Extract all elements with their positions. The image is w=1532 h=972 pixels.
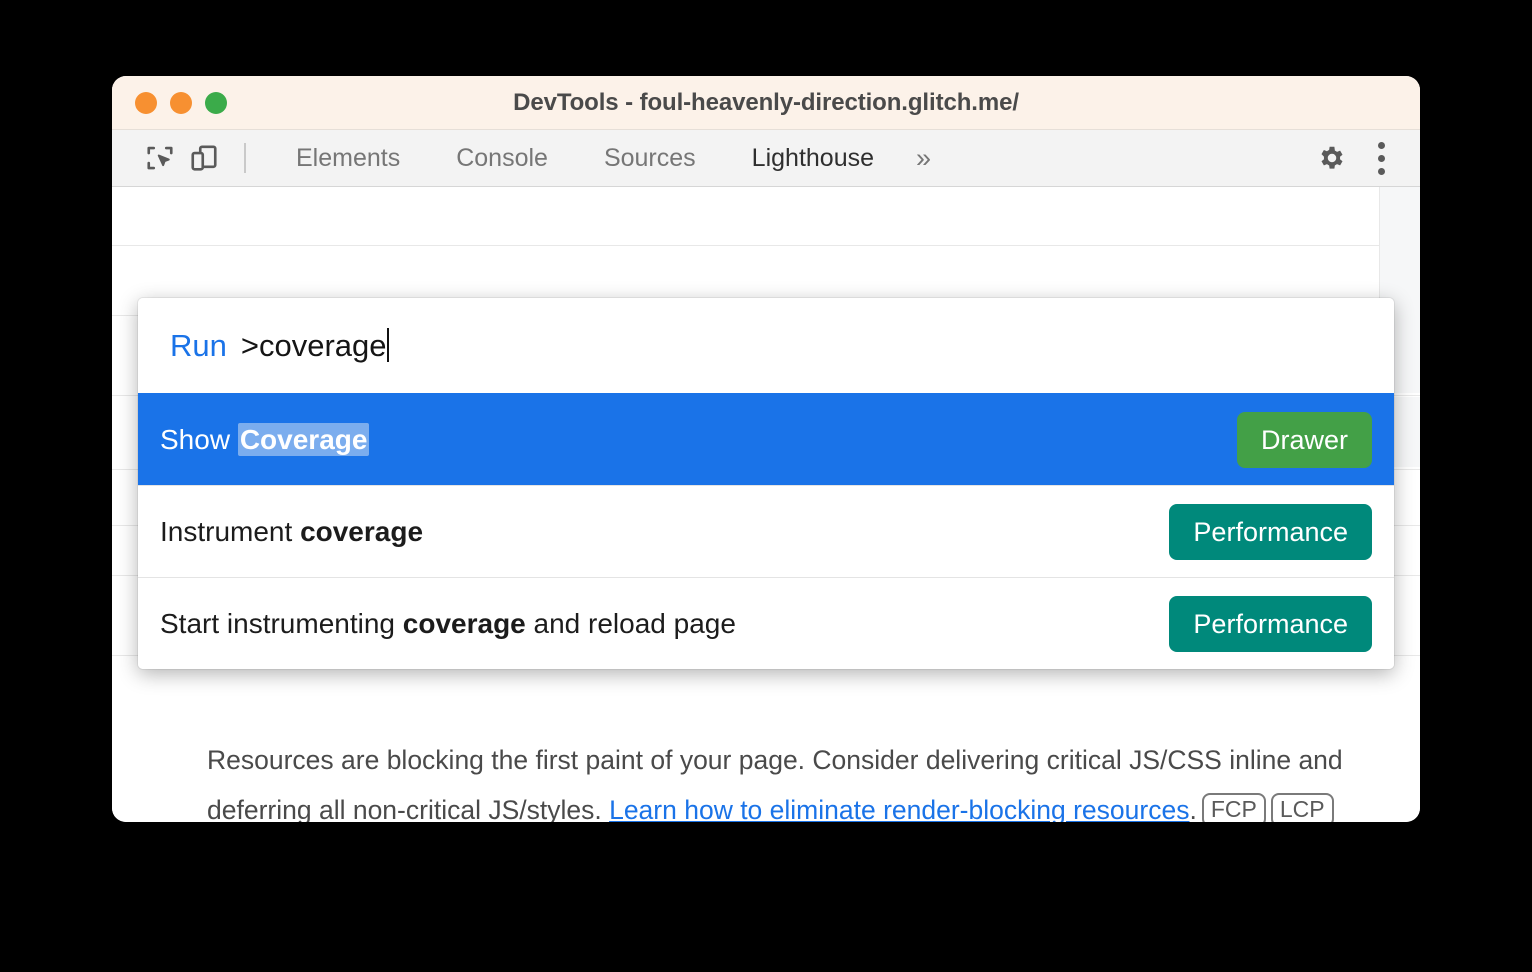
text-caret	[386, 327, 389, 362]
result-prefix: Show	[160, 423, 238, 455]
background-divider	[112, 245, 1420, 246]
inspect-element-icon[interactable]	[138, 138, 182, 178]
command-result-instrument-coverage[interactable]: Instrument coverage Performance	[138, 485, 1394, 577]
result-match: coverage	[402, 607, 526, 639]
result-match: coverage	[300, 515, 424, 547]
result-suffix: and reload page	[525, 607, 736, 639]
result-badge-performance: Performance	[1169, 595, 1372, 652]
command-query-text[interactable]: >coverage	[240, 327, 389, 364]
command-result-start-instrumenting-coverage[interactable]: Start instrumenting coverage and reload …	[138, 577, 1394, 669]
audit-learn-more-link[interactable]: Learn how to eliminate render-blocking r…	[609, 795, 1189, 822]
tab-lighthouse[interactable]: Lighthouse	[724, 144, 902, 173]
command-result-label: Instrument coverage	[160, 516, 423, 548]
device-toolbar-icon[interactable]	[182, 138, 226, 178]
result-match: Coverage	[237, 422, 370, 456]
command-result-label: Show Coverage	[160, 422, 370, 456]
result-prefix: Start instrumenting	[160, 607, 403, 639]
toolbar-right-group	[1310, 136, 1396, 180]
command-result-label: Start instrumenting coverage and reload …	[160, 608, 736, 640]
screenshot-stage: DevTools - foul-heavenly-direction.glitc…	[0, 0, 1532, 972]
command-result-show-coverage[interactable]: Show Coverage Drawer	[138, 393, 1394, 485]
lighthouse-panel: Resources are blocking the first paint o…	[112, 187, 1420, 822]
command-query-value: >coverage	[240, 327, 387, 363]
command-palette-input-row[interactable]: Run >coverage	[138, 298, 1394, 393]
panel-tab-bar: Elements Console Sources Lighthouse »	[268, 144, 945, 173]
metric-chip-fcp: FCP	[1201, 793, 1266, 822]
window-title: DevTools - foul-heavenly-direction.glitc…	[513, 88, 1019, 116]
gear-icon[interactable]	[1310, 136, 1354, 180]
command-mode-label: Run	[170, 327, 227, 363]
toolbar-divider	[244, 143, 246, 173]
audit-description: Resources are blocking the first paint o…	[207, 735, 1367, 822]
result-badge-performance: Performance	[1169, 503, 1372, 560]
devtools-window: DevTools - foul-heavenly-direction.glitc…	[112, 76, 1420, 822]
tab-elements[interactable]: Elements	[268, 144, 428, 173]
result-badge-drawer: Drawer	[1236, 411, 1372, 468]
devtools-toolbar: Elements Console Sources Lighthouse »	[112, 130, 1420, 187]
command-palette-dialog: Run >coverage Show Coverage Drawer Instr…	[138, 298, 1394, 669]
more-tabs-icon[interactable]: »	[902, 144, 945, 172]
audit-text-part-2: .	[1189, 795, 1197, 822]
metric-chip-lcp: LCP	[1270, 793, 1334, 822]
window-titlebar: DevTools - foul-heavenly-direction.glitc…	[112, 76, 1420, 130]
tab-sources[interactable]: Sources	[576, 144, 724, 173]
result-prefix: Instrument	[160, 515, 301, 547]
tab-console[interactable]: Console	[428, 144, 576, 173]
kebab-menu-icon[interactable]	[1366, 136, 1396, 180]
